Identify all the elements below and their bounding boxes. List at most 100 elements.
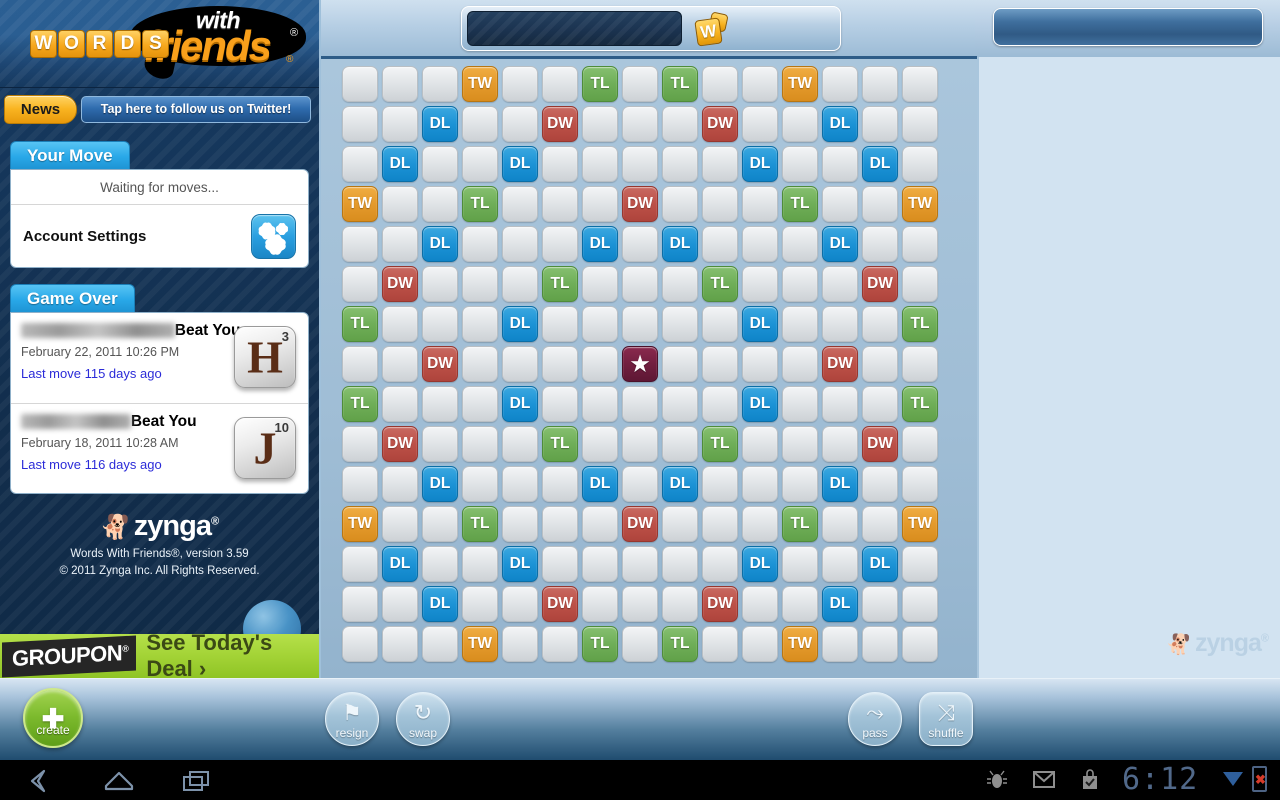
board-cell-double-letter[interactable]: DL: [660, 224, 700, 264]
board-cell-empty[interactable]: [580, 544, 620, 584]
board-cell-double-word[interactable]: DW: [620, 504, 660, 544]
board-cell-empty[interactable]: [540, 504, 580, 544]
board-cell-double-letter[interactable]: DL: [380, 144, 420, 184]
board-cell-empty[interactable]: [580, 264, 620, 304]
game-list-item[interactable]: ██████████Beat YouFebruary 18, 2011 10:2…: [11, 403, 308, 493]
board-cell-empty[interactable]: [340, 624, 380, 664]
board-cell-empty[interactable]: [820, 424, 860, 464]
board-cell-triple-letter[interactable]: TL: [660, 624, 700, 664]
shuffle-button[interactable]: ⤨ shuffle: [919, 692, 973, 746]
groupon-ad-banner[interactable]: GROUPON® See Today's Deal ›: [0, 634, 319, 678]
board-cell-triple-word[interactable]: TW: [780, 64, 820, 104]
board-cell-empty[interactable]: [460, 304, 500, 344]
board-cell-empty[interactable]: [380, 104, 420, 144]
board-cell-empty[interactable]: [540, 544, 580, 584]
board-cell-double-letter[interactable]: DL: [420, 104, 460, 144]
board-cell-double-word[interactable]: DW: [700, 584, 740, 624]
gmail-icon[interactable]: [1032, 769, 1056, 795]
board-cell-empty[interactable]: [900, 264, 940, 304]
board-cell-double-word[interactable]: DW: [420, 344, 460, 384]
board-cell-empty[interactable]: [340, 344, 380, 384]
board-cell-double-word[interactable]: DW: [860, 264, 900, 304]
board-cell-empty[interactable]: [780, 384, 820, 424]
board-cell-empty[interactable]: [460, 144, 500, 184]
battery-charging-error-icon[interactable]: ✖: [1252, 766, 1267, 792]
board-cell-empty[interactable]: [700, 504, 740, 544]
board-cell-double-letter[interactable]: DL: [380, 544, 420, 584]
board-cell-empty[interactable]: [900, 584, 940, 624]
board-cell-empty[interactable]: [620, 64, 660, 104]
board-cell-triple-letter[interactable]: TL: [580, 624, 620, 664]
board-cell-empty[interactable]: [900, 64, 940, 104]
board-cell-empty[interactable]: [500, 504, 540, 544]
board-cell-double-letter[interactable]: DL: [860, 144, 900, 184]
board-cell-empty[interactable]: [380, 304, 420, 344]
board-cell-triple-letter[interactable]: TL: [340, 304, 380, 344]
board-cell-empty[interactable]: [460, 464, 500, 504]
board-cell-empty[interactable]: [740, 584, 780, 624]
board-cell-empty[interactable]: [620, 224, 660, 264]
board-cell-triple-word[interactable]: TW: [900, 504, 940, 544]
board-cell-double-letter[interactable]: DL: [740, 544, 780, 584]
board-cell-empty[interactable]: [340, 64, 380, 104]
board-cell-empty[interactable]: [900, 624, 940, 664]
board-cell-empty[interactable]: [900, 544, 940, 584]
board-cell-triple-letter[interactable]: TL: [780, 504, 820, 544]
board-cell-double-letter[interactable]: DL: [740, 304, 780, 344]
board-cell-empty[interactable]: [700, 544, 740, 584]
resign-button[interactable]: ⚑ resign: [325, 692, 379, 746]
board-cell-empty[interactable]: [660, 144, 700, 184]
board-cell-empty[interactable]: [500, 224, 540, 264]
wifi-icon[interactable]: [1222, 768, 1244, 794]
board-cell-empty[interactable]: [380, 64, 420, 104]
board-cell-empty[interactable]: [340, 424, 380, 464]
board-cell-empty[interactable]: [700, 384, 740, 424]
board-cell-empty[interactable]: [860, 224, 900, 264]
board-cell-empty[interactable]: [540, 144, 580, 184]
board-cell-empty[interactable]: [580, 584, 620, 624]
board-cell-empty[interactable]: [580, 344, 620, 384]
board-cell-empty[interactable]: [340, 584, 380, 624]
board-cell-empty[interactable]: [460, 344, 500, 384]
board-cell-empty[interactable]: [740, 184, 780, 224]
board-cell-empty[interactable]: [420, 304, 460, 344]
board-cell-empty[interactable]: [780, 464, 820, 504]
board-cell-double-letter[interactable]: DL: [500, 544, 540, 584]
board-cell-empty[interactable]: [740, 104, 780, 144]
board-cell-double-letter[interactable]: DL: [820, 464, 860, 504]
board-cell-empty[interactable]: [900, 424, 940, 464]
board-cell-empty[interactable]: [820, 64, 860, 104]
board-cell-empty[interactable]: [820, 144, 860, 184]
board-cell-empty[interactable]: [500, 264, 540, 304]
board-cell-triple-word[interactable]: TW: [900, 184, 940, 224]
board-cell-empty[interactable]: [740, 464, 780, 504]
score-panel[interactable]: W: [461, 6, 841, 51]
board-cell-empty[interactable]: [620, 584, 660, 624]
board-cell-double-word[interactable]: DW: [820, 344, 860, 384]
board-cell-empty[interactable]: [460, 104, 500, 144]
board-cell-empty[interactable]: [580, 144, 620, 184]
board-cell-double-word[interactable]: DW: [700, 104, 740, 144]
board-cell-triple-letter[interactable]: TL: [340, 384, 380, 424]
market-icon[interactable]: [1080, 769, 1100, 797]
board-cell-empty[interactable]: [500, 344, 540, 384]
board-cell-empty[interactable]: [660, 344, 700, 384]
board-cell-double-letter[interactable]: DL: [740, 384, 780, 424]
board-cell-empty[interactable]: [820, 384, 860, 424]
board-cell-empty[interactable]: [820, 624, 860, 664]
gear-icon[interactable]: [251, 213, 296, 259]
board-cell-empty[interactable]: [660, 264, 700, 304]
board-cell-triple-word[interactable]: TW: [340, 184, 380, 224]
board-cell-empty[interactable]: [420, 504, 460, 544]
board-cell-empty[interactable]: [340, 224, 380, 264]
board-cell-empty[interactable]: [460, 424, 500, 464]
board-cell-empty[interactable]: [620, 624, 660, 664]
board-cell-triple-letter[interactable]: TL: [540, 424, 580, 464]
board-cell-empty[interactable]: [380, 624, 420, 664]
board-cell-empty[interactable]: [860, 104, 900, 144]
board-cell-empty[interactable]: [460, 384, 500, 424]
board-cell-empty[interactable]: [700, 304, 740, 344]
board-cell-empty[interactable]: [340, 264, 380, 304]
board-cell-double-letter[interactable]: DL: [420, 224, 460, 264]
board-cell-empty[interactable]: [380, 344, 420, 384]
